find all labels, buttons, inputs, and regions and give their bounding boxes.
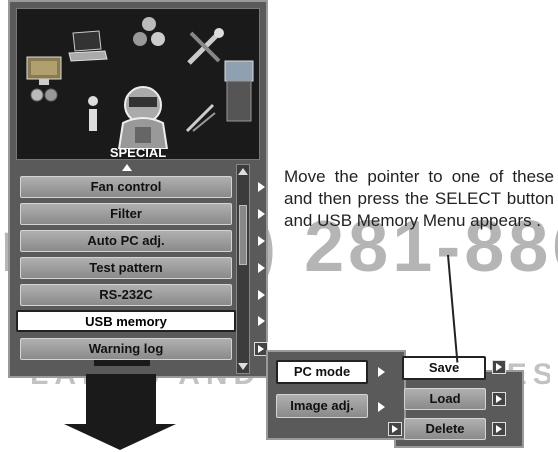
chevron-right-icon[interactable] [492, 392, 506, 406]
submenu-item-pc-mode[interactable]: PC mode [276, 360, 368, 384]
submenu-item-delete[interactable]: Delete [404, 418, 486, 440]
menu-item-fan-control[interactable]: Fan control [20, 176, 232, 198]
chevron-right-icon[interactable] [492, 360, 506, 374]
chevron-right-icon[interactable] [492, 422, 506, 436]
submenu-item-image-adj[interactable]: Image adj. [276, 394, 368, 418]
submenu-item-save[interactable]: Save [402, 356, 486, 380]
menu-icon-panel: SPECIAL [16, 8, 260, 160]
scroll-down-icon[interactable] [238, 363, 248, 370]
laptop-icon[interactable] [67, 29, 109, 65]
chevron-right-icon [378, 402, 385, 412]
chevron-right-icon [258, 263, 265, 273]
operator-icon[interactable] [113, 83, 173, 149]
screen-icon[interactable] [223, 59, 255, 123]
menu-item-test-pattern[interactable]: Test pattern [20, 257, 232, 279]
chevron-right-icon [258, 290, 265, 300]
monitor-icon[interactable] [25, 55, 71, 105]
scroll-thumb[interactable] [239, 205, 247, 265]
tools-icon[interactable] [183, 25, 227, 69]
menu-item-usb-memory[interactable]: USB memory [16, 310, 236, 332]
menu-item-filter[interactable]: Filter [20, 203, 232, 225]
menu-item-auto-pc-adj[interactable]: Auto PC adj. [20, 230, 232, 252]
down-arrow-icon [64, 360, 176, 450]
pc-mode-submenu-items: Save Load Delete [394, 356, 524, 452]
chevron-right-icon [258, 316, 265, 326]
scroll-up-icon[interactable] [238, 168, 248, 175]
info-icon[interactable] [83, 95, 103, 135]
menu-item-rs-232c[interactable]: RS-232C [20, 284, 232, 306]
scroll-up-indicator-icon [122, 164, 132, 171]
chevron-right-icon [258, 209, 265, 219]
instruction-callout: Move the pointer to one of these and the… [284, 167, 554, 230]
submenu-item-load[interactable]: Load [404, 388, 486, 410]
wrench-icon[interactable] [183, 99, 219, 135]
chevron-right-icon [258, 182, 265, 192]
chevron-right-icon [258, 236, 265, 246]
chevron-right-icon [378, 367, 385, 377]
menu-list: Fan control Filter Auto PC adj. Test pat… [16, 164, 236, 374]
usb-memory-submenu: PC mode Image adj. [266, 350, 406, 440]
special-label: SPECIAL [109, 145, 167, 160]
menu-item-warning-log[interactable]: Warning log [20, 338, 232, 360]
menu-scrollbar[interactable] [236, 164, 250, 374]
callout-leader-line [447, 254, 459, 363]
special-menu-window: SPECIAL Fan control Filter Auto PC adj. … [8, 0, 268, 378]
color-balls-icon[interactable] [129, 15, 169, 51]
